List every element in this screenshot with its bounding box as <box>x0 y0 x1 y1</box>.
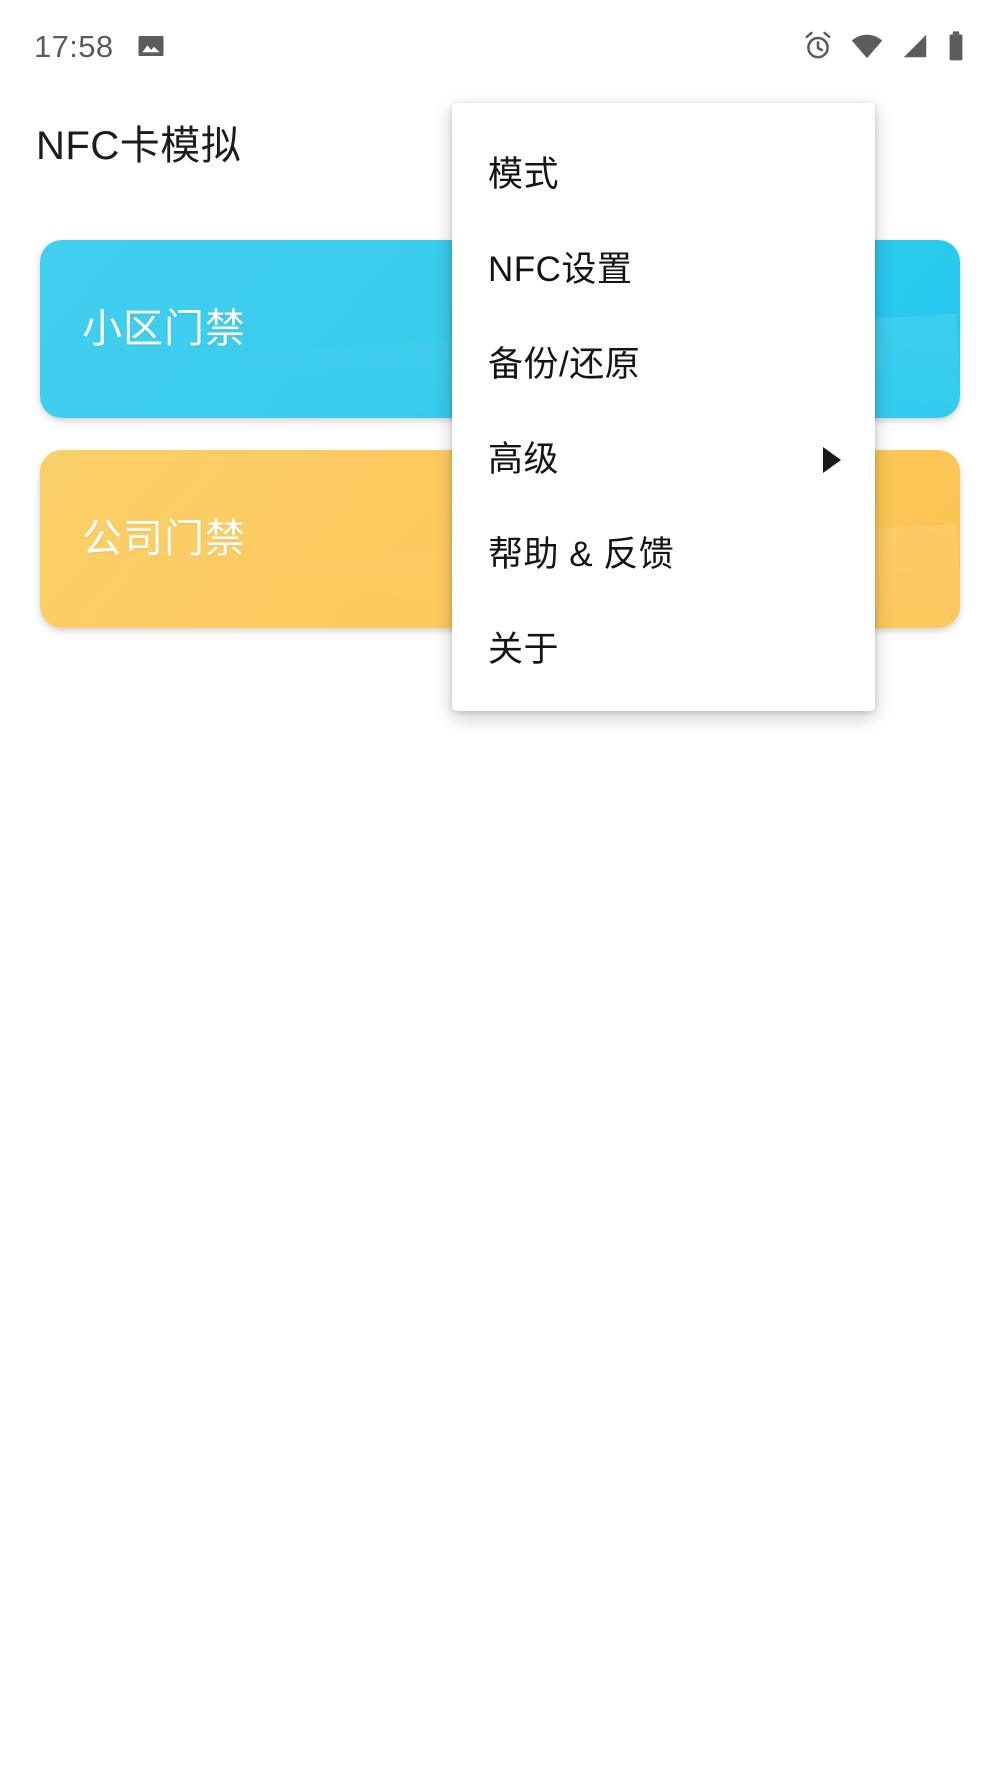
gallery-image-icon <box>136 31 166 61</box>
status-bar-right <box>802 30 966 62</box>
menu-item-help-feedback[interactable]: 帮助 & 反馈 <box>452 507 875 602</box>
menu-item-mode[interactable]: 模式 <box>452 127 875 222</box>
menu-item-label: NFC设置 <box>488 249 633 289</box>
menu-item-about[interactable]: 关于 <box>452 602 875 697</box>
page-title: NFC卡模拟 <box>36 124 242 168</box>
card-label: 小区门禁 <box>82 307 246 351</box>
status-bar: 17:58 <box>0 0 1000 92</box>
status-bar-left: 17:58 <box>34 31 166 62</box>
battery-icon <box>946 30 966 62</box>
menu-item-label: 帮助 & 反馈 <box>488 534 675 574</box>
submenu-arrow-icon <box>823 446 841 473</box>
menu-item-nfc-settings[interactable]: NFC设置 <box>452 222 875 317</box>
status-bar-clock: 17:58 <box>34 28 114 64</box>
overflow-menu: 模式 NFC设置 备份/还原 高级 帮助 & 反馈 关于 <box>452 103 875 711</box>
alarm-clock-icon <box>802 30 834 62</box>
menu-item-backup-restore[interactable]: 备份/还原 <box>452 317 875 412</box>
card-label: 公司门禁 <box>82 517 246 561</box>
menu-item-label: 高级 <box>488 439 560 479</box>
menu-item-label: 备份/还原 <box>488 344 641 384</box>
menu-item-label: 关于 <box>488 629 560 669</box>
wifi-icon <box>850 31 884 61</box>
menu-item-advanced[interactable]: 高级 <box>452 412 875 507</box>
cellular-signal-icon <box>900 31 930 61</box>
menu-item-label: 模式 <box>488 154 560 194</box>
